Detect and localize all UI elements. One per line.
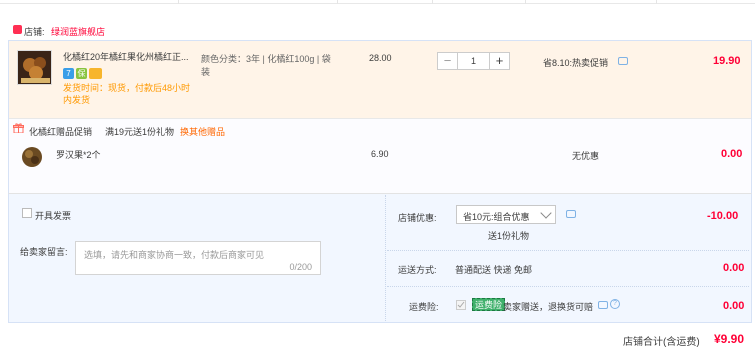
gift-subtotal: 0.00	[721, 148, 743, 160]
help-icon[interactable]: ?	[610, 299, 620, 309]
check-icon	[457, 301, 465, 308]
shop-discount-label: 店铺优惠:	[398, 213, 437, 223]
change-gift-link[interactable]: 换其他赠品	[180, 125, 225, 138]
shipping-method: 普通配送 快递 免邮	[455, 265, 533, 275]
discount-info-icon[interactable]	[566, 210, 576, 218]
product-thumbnail[interactable]	[17, 50, 52, 85]
invoice-checkbox[interactable]	[22, 208, 32, 218]
gift-price: 6.90	[371, 149, 389, 159]
gift-icon	[13, 123, 24, 134]
message-placeholder: 选填，请先和商家协商一致，付款后商家可见	[84, 250, 265, 260]
item-promo: 省8.10:热卖促销	[543, 58, 609, 68]
shop-total-label: 店铺合计(含运费)	[623, 337, 700, 348]
table-header-strip	[0, 0, 755, 4]
insurance-tag: 运费险	[472, 298, 506, 311]
gift-image-icon	[22, 147, 42, 167]
shipping-amount: 0.00	[723, 262, 745, 274]
shipping-label: 运送方式:	[398, 265, 437, 275]
product-image-icon	[18, 51, 51, 84]
unit-price: 28.00	[369, 53, 392, 63]
message-counter: 0/200	[289, 262, 312, 272]
ship-time-note: 发货时间：现货，付款后48小时内发货	[63, 83, 191, 105]
divider	[385, 195, 386, 321]
shop-discount-select[interactable]: 省10元:组合优惠	[456, 205, 556, 224]
quantity-input[interactable]: 1	[458, 52, 489, 70]
gift-item-name[interactable]: 罗汉果*2个	[56, 148, 101, 161]
promo-info-icon[interactable]	[618, 57, 628, 65]
item-subtotal: 19.90	[713, 55, 741, 67]
divider	[387, 250, 749, 251]
gift-promo: 无优惠	[572, 151, 600, 161]
shop-label: 店铺:	[24, 27, 45, 37]
shop-discount-amount: -10.00	[707, 210, 739, 222]
seller-message-input[interactable]: 选填，请先和商家协商一致，付款后商家可见 0/200	[75, 241, 321, 275]
shop-total-amount: ¥9.90	[714, 332, 745, 346]
gift-promo-rule: 满19元送1份礼物	[105, 127, 175, 137]
insurance-checkbox[interactable]	[456, 300, 466, 310]
card-payment-icon	[89, 68, 102, 79]
shop-discount-selected: 省10元:组合优惠	[463, 212, 530, 222]
insurance-chat-icon[interactable]	[598, 301, 608, 309]
quantity-stepper: − 1 +	[437, 52, 511, 70]
decrease-quantity-button[interactable]: −	[437, 52, 458, 70]
gift-thumbnail[interactable]	[20, 144, 44, 170]
product-sku: 颜色分类：3年 | 化橘红100g | 袋装	[201, 54, 331, 77]
service-badges: 7 保	[63, 68, 103, 80]
insurance-label: 运费险:	[409, 302, 439, 312]
insurance-text: 卖家赠送，退换货可赔	[503, 302, 594, 312]
increase-quantity-button[interactable]: +	[489, 52, 510, 70]
invoice-label: 开具发票	[35, 211, 72, 221]
product-title-link[interactable]: 化橘红20年橘红果化州橘红正...	[63, 51, 195, 63]
guarantee-icon: 保	[76, 68, 87, 79]
shop-name-link[interactable]: 绿润蓝旗舰店	[51, 25, 105, 38]
gift-promo-title: 化橘红赠品促销	[29, 127, 93, 137]
shop-icon	[13, 25, 22, 34]
message-label: 给卖家留言:	[20, 247, 68, 257]
insurance-amount: 0.00	[723, 300, 745, 312]
chevron-down-icon	[540, 207, 552, 219]
shop-discount-note: 送1份礼物	[488, 231, 530, 241]
seven-day-return-icon: 7	[63, 68, 74, 79]
divider	[387, 286, 749, 287]
